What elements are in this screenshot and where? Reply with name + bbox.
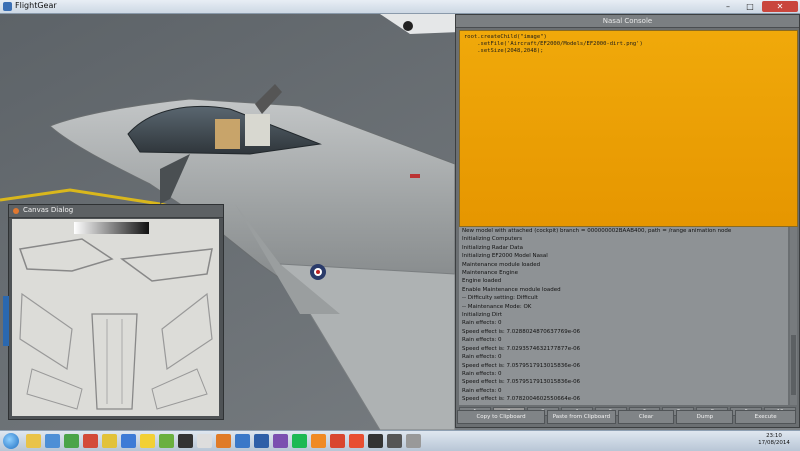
clear-button[interactable]: Clear — [617, 410, 675, 424]
python-icon[interactable] — [121, 434, 136, 448]
console-actions: Copy to Clipboard Paste from Clipboard C… — [455, 410, 798, 424]
log-line: Engine loaded — [462, 278, 502, 285]
dirt-texture-image — [12, 219, 219, 416]
photo-app-icon[interactable] — [140, 434, 155, 448]
flightgear-icon[interactable] — [406, 434, 421, 448]
log-line: Rain effects: 0 — [462, 337, 502, 344]
paste-from-clipboard-button[interactable]: Paste from Clipboard — [547, 410, 616, 424]
file-manager-icon[interactable] — [45, 434, 60, 448]
green-app-icon[interactable] — [159, 434, 174, 448]
log-line: Initializing Computers — [462, 236, 523, 243]
log-line: Initializing Dirt — [462, 312, 503, 319]
uv-wing-left — [19, 292, 73, 371]
minimize-button[interactable]: – — [718, 1, 738, 12]
nasal-console-window: Nasal Console root.createChild("image") … — [455, 14, 800, 428]
blender-icon[interactable] — [235, 434, 250, 448]
log-line: Rain effects: 0 — [462, 370, 502, 377]
clock-time: 23:10 — [766, 433, 782, 439]
gradient-swatch — [74, 222, 149, 234]
image-viewer-icon[interactable] — [64, 434, 79, 448]
execute-button[interactable]: Execute — [735, 410, 797, 424]
uv-aircraft-side — [18, 238, 114, 272]
canvas-dialog-title: Canvas Dialog — [23, 206, 74, 214]
system-tray[interactable] — [708, 437, 748, 445]
taskbar: 23:10 17/08/2014 — [0, 430, 800, 451]
git-icon[interactable] — [349, 434, 364, 448]
checker-app-icon[interactable] — [197, 434, 212, 448]
start-orb-icon[interactable] — [3, 433, 19, 449]
log-scrollbar[interactable] — [790, 227, 797, 405]
aircraft-wheel — [403, 21, 413, 31]
maximize-button[interactable]: □ — [740, 1, 760, 12]
copy-to-clipboard-button[interactable]: Copy to Clipboard — [457, 410, 546, 424]
nasal-console-title[interactable]: Nasal Console — [456, 15, 799, 28]
log-line: Speed effect is: 7.0288024870637769e-06 — [462, 328, 581, 335]
red-marking — [410, 174, 420, 178]
log-line: Rain effects: 0 — [462, 387, 502, 394]
spotify-icon[interactable] — [311, 434, 326, 448]
paint-icon[interactable] — [292, 434, 307, 448]
explorer-icon[interactable] — [26, 434, 41, 448]
log-line: -- Maintenance Mode: OK — [462, 303, 532, 310]
code-text[interactable]: root.createChild("image") .setFile('Airc… — [460, 31, 797, 58]
dialog-close-icon[interactable] — [13, 208, 19, 214]
log-line: Speed effect is: 7.0579517913015836e-06 — [462, 362, 581, 369]
console-log: New model with attached (cockpit) branch… — [459, 227, 788, 405]
terminal-icon[interactable] — [387, 434, 402, 448]
uv-panel-left — [26, 368, 83, 410]
log-line: -- Difficulty setting: Difficult — [462, 295, 538, 302]
dump-button[interactable]: Dump — [676, 410, 734, 424]
ejection-seat — [215, 119, 240, 149]
window-titlebar: FlightGear – □ ✕ — [0, 0, 800, 14]
log-line: Rain effects: 0 — [462, 354, 502, 361]
clock-date: 17/08/2014 — [758, 440, 790, 446]
network-tool-icon[interactable] — [102, 434, 117, 448]
canvas-dialog-titlebar[interactable]: Canvas Dialog — [9, 205, 223, 218]
close-button[interactable]: ✕ — [762, 1, 798, 12]
log-line: Speed effect is: 7.0293574632177877e-06 — [462, 345, 581, 352]
rear-seat — [245, 114, 270, 146]
wordpad-icon[interactable] — [273, 434, 288, 448]
log-line: Speed effect is: 7.0579517913015836e-06 — [462, 379, 581, 386]
log-line: New model with attached (cockpit) branch… — [462, 228, 732, 234]
log-line: Maintenance module loaded — [462, 261, 541, 268]
chess-app-icon[interactable] — [178, 434, 193, 448]
roundel-center — [316, 270, 320, 274]
log-line: Enable Maintenance module loaded — [462, 286, 561, 293]
notepad-icon[interactable] — [254, 434, 269, 448]
uv-aircraft-side-right — [120, 248, 213, 282]
log-line: Initializing EF2000 Model Nasal — [462, 253, 548, 260]
flightgear-app-icon — [3, 2, 12, 11]
uv-fuselage-top — [91, 313, 138, 410]
sketch-app-icon[interactable] — [216, 434, 231, 448]
log-line: Rain effects: 0 — [462, 320, 502, 327]
uv-wing-right — [161, 292, 213, 371]
window-title: FlightGear — [15, 1, 57, 10]
canvas-dialog-window: Canvas Dialog — [8, 204, 224, 420]
chrome-icon[interactable] — [83, 434, 98, 448]
git-extensions-icon[interactable] — [368, 434, 383, 448]
scrollbar-thumb[interactable] — [791, 335, 796, 395]
clock[interactable]: 23:10 17/08/2014 — [754, 433, 794, 447]
log-line: Maintenance Engine — [462, 270, 519, 277]
uv-panel-right — [151, 368, 208, 410]
side-panel-tab[interactable] — [3, 296, 9, 346]
log-line: Speed effect is: 7.0782004602550664e-06 — [462, 396, 581, 403]
vlc-icon[interactable] — [330, 434, 345, 448]
log-line: Initializing Radar Data — [462, 244, 523, 251]
code-editor[interactable]: root.createChild("image") .setFile('Airc… — [459, 30, 798, 227]
